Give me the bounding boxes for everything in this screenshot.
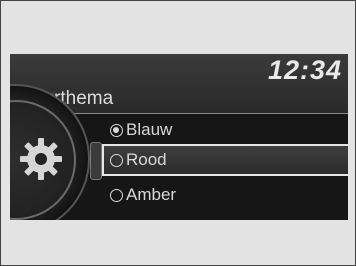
radio-unselected-icon (110, 188, 123, 202)
option-label: Rood (126, 150, 167, 169)
dial-indicator (90, 142, 102, 180)
option-rood[interactable]: Rood (102, 144, 348, 176)
page-frame: 12:34 Kleurthema Blauw Rood Amber (0, 0, 356, 266)
gear-icon (20, 138, 62, 180)
option-label: Blauw (126, 120, 173, 139)
radio-selected-icon (110, 123, 123, 137)
option-amber[interactable]: Amber (106, 181, 176, 209)
option-label: Amber (126, 185, 177, 204)
clock: 12:34 (267, 55, 342, 85)
option-blauw[interactable]: Blauw (106, 116, 172, 144)
display-screen: 12:34 Kleurthema Blauw Rood Amber (10, 54, 348, 220)
radio-unselected-icon (110, 153, 123, 167)
